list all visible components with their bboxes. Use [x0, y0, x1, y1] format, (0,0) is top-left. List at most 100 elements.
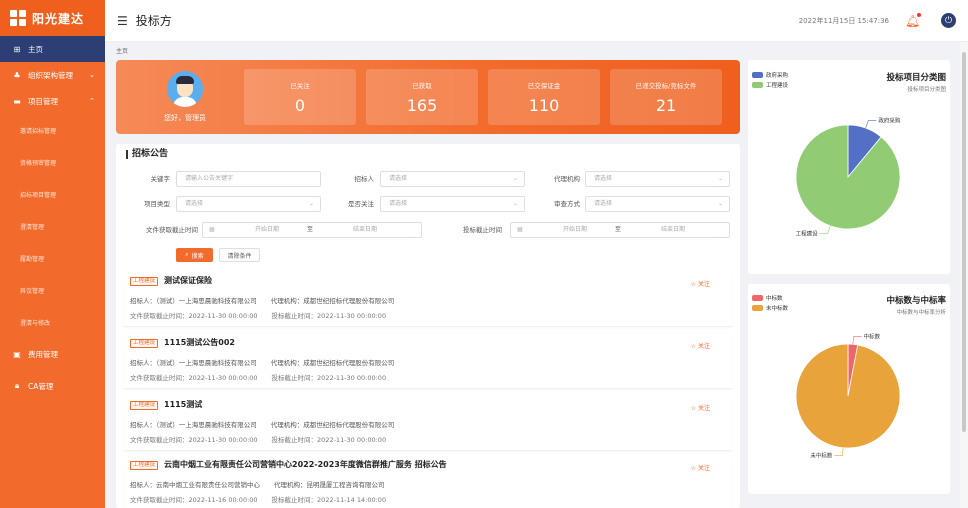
legend-label: 工程建设 [766, 83, 789, 89]
sidebar-sub-prequal[interactable]: 资格预审管理 [0, 146, 105, 178]
chevron-down-icon: ⌄ [512, 200, 518, 207]
sidebar-sub-objection[interactable]: 异议管理 [0, 274, 105, 306]
sidebar-item-label: 费用管理 [28, 349, 58, 359]
agency-select[interactable]: 请选择 ⌄ [585, 171, 730, 187]
tenderer-select[interactable]: 请选择 ⌄ [380, 171, 525, 187]
chart-title: 中标数与中标率 [886, 296, 946, 306]
sidebar-item-project[interactable]: ▬ 项目管理 ⌃ [0, 88, 105, 114]
bid-deadline: 投标截止时间：2022-11-30 00:00:00 [271, 436, 387, 444]
bid-deadline: 投标截止时间：2022-11-14 14:00:00 [271, 496, 387, 504]
star-icon: ☆ [690, 343, 697, 350]
follow-label: 关注 [697, 343, 710, 350]
legend-item[interactable]: 工程建设 [752, 80, 788, 90]
search-button[interactable]: ⌕ 搜索 [176, 248, 213, 262]
star-icon: ☆ [690, 281, 697, 288]
end-date: 结束日期 [353, 226, 378, 233]
chevron-down-icon: ⌄ [717, 175, 723, 182]
follow-button[interactable]: ☆ 关注 [691, 341, 710, 350]
doc-deadline: 文件获取截止时间：2022-11-30 00:00:00 [130, 436, 258, 444]
list-item[interactable]: 工程建设 1115测试公告002 ☆ 关注 招标人：（测试）一上海思晨驰科技有限… [124, 334, 732, 389]
org-icon: ♣ [13, 70, 21, 80]
bell-icon[interactable]: 🔔︎ [905, 12, 921, 28]
sidebar: 阳光建达 ⊞ 主页 ♣ 组织架构管理 ⌄ ▬ 项目管理 ⌃ 邀请招标管理 资格预… [0, 0, 105, 508]
announcement-panel: 招标公告 关键字 请输入公告关键字 招标人 请选择 ⌄ 代理机构 请选择 ⌄ 项目类… [116, 144, 740, 508]
legend: 政府采购 工程建设 [752, 70, 788, 90]
stat-value: 21 [655, 95, 677, 115]
follow-button[interactable]: ☆ 关注 [691, 279, 710, 288]
folder-icon: ▬ [13, 96, 21, 106]
bid-deadline-range[interactable]: ▦ 开始日期 至 结束日期 [510, 222, 730, 238]
power-icon[interactable]: ⏻ [941, 13, 956, 28]
slice-label-0: 中标数 [864, 332, 881, 340]
scrollbar-thumb[interactable] [962, 52, 966, 432]
stat-value: 165 [406, 95, 438, 115]
sidebar-item-fees[interactable]: ▣ 费用管理 [0, 338, 105, 370]
follow-label: 关注 [697, 281, 710, 288]
sidebar-item-home[interactable]: ⊞ 主页 [0, 36, 105, 62]
agency: 代理机构：成都世纪招标代理股份有限公司 [270, 359, 395, 367]
scrollbar[interactable] [960, 42, 968, 508]
follow-button[interactable]: ☆ 关注 [691, 463, 710, 472]
doc-deadline: 文件获取截止时间：2022-11-30 00:00:00 [130, 374, 258, 382]
item-title[interactable]: 测试保证保险 [164, 275, 212, 286]
sidebar-item-org[interactable]: ♣ 组织架构管理 ⌄ [0, 62, 105, 88]
breadcrumb[interactable]: 主页 [116, 46, 128, 55]
stat-followed[interactable]: 已关注 0 [244, 69, 356, 125]
follow-button[interactable]: ☆ 关注 [691, 403, 710, 412]
tenderer-label: 招标人 [354, 175, 375, 183]
user-box: 您好，管理员 [126, 71, 244, 123]
menu-toggle-icon[interactable]: ☰ [117, 14, 128, 28]
label-line-0 [852, 335, 862, 345]
pie-slice-1[interactable] [795, 343, 901, 449]
section-title: 招标公告 [126, 150, 168, 159]
star-icon: ☆ [690, 405, 697, 412]
sidebar-sub-survey[interactable]: 履勘管理 [0, 242, 105, 274]
follow-label: 关注 [697, 465, 710, 472]
app-name: 阳光建达 [32, 11, 85, 26]
list-item[interactable]: 工程建设 1115测试 ☆ 关注 招标人：（测试）一上海思晨驰科技有限公司 代理机… [124, 396, 732, 451]
doc-deadline-range[interactable]: ▦ 开始日期 至 结束日期 [202, 222, 422, 238]
start-date: 开始日期 [563, 226, 588, 233]
bid-deadline: 投标截止时间：2022-11-30 00:00:00 [271, 312, 387, 320]
legend-label: 未中标数 [766, 306, 789, 312]
item-title[interactable]: 1115测试 [164, 399, 202, 410]
chevron-down-icon: ⌄ [89, 71, 95, 79]
project-type-select[interactable]: 请选择 ⌄ [176, 196, 321, 212]
sidebar-item-ca[interactable]: 🔒︎ CA管理 [0, 370, 105, 402]
item-title[interactable]: 1115测试公告002 [164, 337, 235, 348]
wallet-icon: ▣ [13, 349, 21, 359]
sidebar-sub-tender-project[interactable]: 招标项目管理 [0, 178, 105, 210]
label-line-1 [819, 225, 831, 234]
start-date: 开始日期 [255, 226, 280, 233]
legend-item[interactable]: 未中标数 [752, 303, 788, 313]
sidebar-sub-invite[interactable]: 邀请招标管理 [0, 114, 105, 146]
bid-deadline: 投标截止时间：2022-11-30 00:00:00 [271, 374, 387, 382]
slice-label-0: 政府采购 [878, 117, 901, 125]
stat-submitted[interactable]: 已递交投标/竞标文件 21 [610, 69, 722, 125]
pie-slice-1[interactable] [795, 124, 901, 230]
stat-label: 已获取 [412, 81, 432, 90]
slice-label-1: 工程建设 [796, 229, 819, 237]
legend-item[interactable]: 中标数 [752, 293, 788, 303]
sidebar-sub-clarify-modify[interactable]: 澄清与修改 [0, 306, 105, 338]
review-method-select[interactable]: 请选择 ⌄ [585, 196, 730, 212]
sidebar-sub-clarify[interactable]: 澄清管理 [0, 210, 105, 242]
legend-item[interactable]: 政府采购 [752, 70, 788, 80]
range-separator: 至 [307, 226, 314, 233]
search-icon: ⌕ [185, 251, 189, 258]
legend-swatch [752, 305, 763, 311]
placeholder: 请选择 [594, 175, 613, 182]
item-title[interactable]: 云南中烟工业有限责任公司营销中心2022-2023年度微信群推广服务 招标公告 [164, 459, 447, 470]
label-line-1 [834, 447, 844, 457]
stat-label: 已交保证金 [527, 81, 561, 90]
list-item[interactable]: 工程建设 云南中烟工业有限责任公司营销中心2022-2023年度微信群推广服务 … [124, 456, 732, 508]
chevron-down-icon: ⌄ [308, 200, 314, 207]
logo[interactable]: 阳光建达 [0, 0, 105, 36]
clear-filters-button[interactable]: 清除条件 [219, 248, 260, 262]
stat-deposit[interactable]: 已交保证金 110 [488, 69, 600, 125]
stat-obtained[interactable]: 已获取 165 [366, 69, 478, 125]
list-item[interactable]: 工程建设 测试保证保险 ☆ 关注 招标人：（测试）一上海思晨驰科技有限公司 代理机… [124, 272, 732, 327]
followed-select[interactable]: 请选择 ⌄ [380, 196, 525, 212]
keyword-input[interactable]: 请输入公告关键字 [176, 171, 321, 187]
tenderer: 招标人：（测试）一上海思晨驰科技有限公司 [130, 421, 257, 429]
